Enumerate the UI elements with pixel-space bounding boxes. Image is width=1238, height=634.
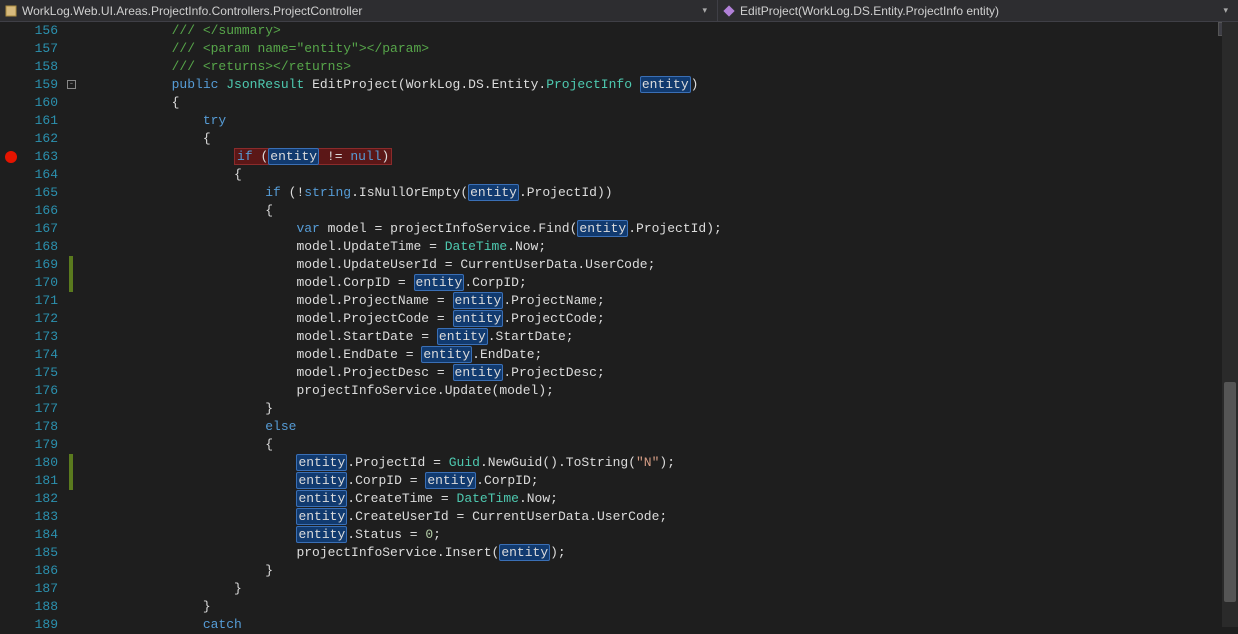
line-number: 184 [22, 526, 58, 544]
code-line[interactable]: { [78, 130, 1238, 148]
line-number: 164 [22, 166, 58, 184]
breadcrumb-class-label: WorkLog.Web.UI.Areas.ProjectInfo.Control… [22, 4, 362, 18]
vertical-scrollbar[interactable] [1222, 22, 1238, 627]
code-line[interactable]: model.ProjectName = entity.ProjectName; [78, 292, 1238, 310]
code-line[interactable]: /// <param name="entity"></param> [78, 40, 1238, 58]
line-number: 157 [22, 40, 58, 58]
line-number: 181 [22, 472, 58, 490]
code-line[interactable]: model.UpdateTime = DateTime.Now; [78, 238, 1238, 256]
line-number: 173 [22, 328, 58, 346]
code-line[interactable]: model.StartDate = entity.StartDate; [78, 328, 1238, 346]
code-line[interactable]: entity.CreateTime = DateTime.Now; [78, 490, 1238, 508]
code-line[interactable]: model.CorpID = entity.CorpID; [78, 274, 1238, 292]
code-line[interactable]: /// </summary> [78, 22, 1238, 40]
line-number: 172 [22, 310, 58, 328]
line-number: 183 [22, 508, 58, 526]
fold-change-gutter[interactable]: - [66, 22, 78, 627]
change-indicator [69, 256, 73, 274]
line-number: 182 [22, 490, 58, 508]
change-indicator [69, 472, 73, 490]
line-number: 175 [22, 364, 58, 382]
line-number: 189 [22, 616, 58, 634]
code-line[interactable]: } [78, 400, 1238, 418]
code-line[interactable]: } [78, 562, 1238, 580]
fold-toggle-icon[interactable]: - [67, 80, 76, 89]
line-number: 171 [22, 292, 58, 310]
code-line[interactable]: { [78, 166, 1238, 184]
line-number: 186 [22, 562, 58, 580]
code-line[interactable]: if (entity != null) [78, 148, 1238, 166]
scrollbar-thumb[interactable] [1224, 382, 1236, 602]
breadcrumb-class-dropdown[interactable]: WorkLog.Web.UI.Areas.ProjectInfo.Control… [0, 0, 718, 21]
line-number: 165 [22, 184, 58, 202]
code-line[interactable]: { [78, 94, 1238, 112]
code-line[interactable]: entity.CreateUserId = CurrentUserData.Us… [78, 508, 1238, 526]
line-number: 187 [22, 580, 58, 598]
line-number: 156 [22, 22, 58, 40]
code-line[interactable]: } [78, 580, 1238, 598]
line-number: 162 [22, 130, 58, 148]
code-line[interactable]: projectInfoService.Insert(entity); [78, 544, 1238, 562]
line-number: 161 [22, 112, 58, 130]
code-line[interactable]: entity.Status = 0; [78, 526, 1238, 544]
code-area[interactable]: /// </summary> /// <param name="entity">… [78, 22, 1238, 627]
code-line[interactable]: public JsonResult EditProject(WorkLog.DS… [78, 76, 1238, 94]
code-line[interactable]: /// <returns></returns> [78, 58, 1238, 76]
code-line[interactable]: entity.CorpID = entity.CorpID; [78, 472, 1238, 490]
line-number: 163 [22, 148, 58, 166]
code-line[interactable]: projectInfoService.Update(model); [78, 382, 1238, 400]
code-line[interactable]: { [78, 202, 1238, 220]
code-line[interactable]: model.UpdateUserId = CurrentUserData.Use… [78, 256, 1238, 274]
line-number: 168 [22, 238, 58, 256]
class-icon [4, 4, 18, 18]
method-icon [722, 4, 736, 18]
change-indicator [69, 274, 73, 292]
code-line[interactable]: if (!string.IsNullOrEmpty(entity.Project… [78, 184, 1238, 202]
code-line[interactable]: } [78, 598, 1238, 616]
line-number: 170 [22, 274, 58, 292]
line-number: 169 [22, 256, 58, 274]
chevron-down-icon: ▾ [1223, 5, 1234, 16]
breakpoint-margin[interactable] [0, 22, 22, 627]
change-indicator [69, 454, 73, 472]
code-line[interactable]: try [78, 112, 1238, 130]
chevron-down-icon: ▾ [703, 5, 714, 16]
line-number: 158 [22, 58, 58, 76]
breadcrumb-bar: WorkLog.Web.UI.Areas.ProjectInfo.Control… [0, 0, 1238, 22]
code-line[interactable]: var model = projectInfoService.Find(enti… [78, 220, 1238, 238]
code-line[interactable]: model.ProjectDesc = entity.ProjectDesc; [78, 364, 1238, 382]
code-line[interactable]: entity.ProjectId = Guid.NewGuid().ToStri… [78, 454, 1238, 472]
breadcrumb-member-dropdown[interactable]: EditProject(WorkLog.DS.Entity.ProjectInf… [718, 0, 1238, 21]
line-number-gutter: 1561571581591601611621631641651661671681… [22, 22, 66, 627]
line-number: 160 [22, 94, 58, 112]
line-number: 178 [22, 418, 58, 436]
code-line[interactable]: { [78, 436, 1238, 454]
line-number: 185 [22, 544, 58, 562]
line-number: 177 [22, 400, 58, 418]
line-number: 167 [22, 220, 58, 238]
breakpoint-icon[interactable] [5, 151, 17, 163]
line-number: 174 [22, 346, 58, 364]
line-number: 166 [22, 202, 58, 220]
code-line[interactable]: else [78, 418, 1238, 436]
breadcrumb-member-label: EditProject(WorkLog.DS.Entity.ProjectInf… [740, 4, 999, 18]
code-editor[interactable]: 1561571581591601611621631641651661671681… [0, 22, 1238, 627]
line-number: 188 [22, 598, 58, 616]
line-number: 180 [22, 454, 58, 472]
code-line[interactable]: model.EndDate = entity.EndDate; [78, 346, 1238, 364]
code-line[interactable]: model.ProjectCode = entity.ProjectCode; [78, 310, 1238, 328]
line-number: 176 [22, 382, 58, 400]
code-line[interactable]: catch [78, 616, 1238, 634]
line-number: 179 [22, 436, 58, 454]
line-number: 159 [22, 76, 58, 94]
